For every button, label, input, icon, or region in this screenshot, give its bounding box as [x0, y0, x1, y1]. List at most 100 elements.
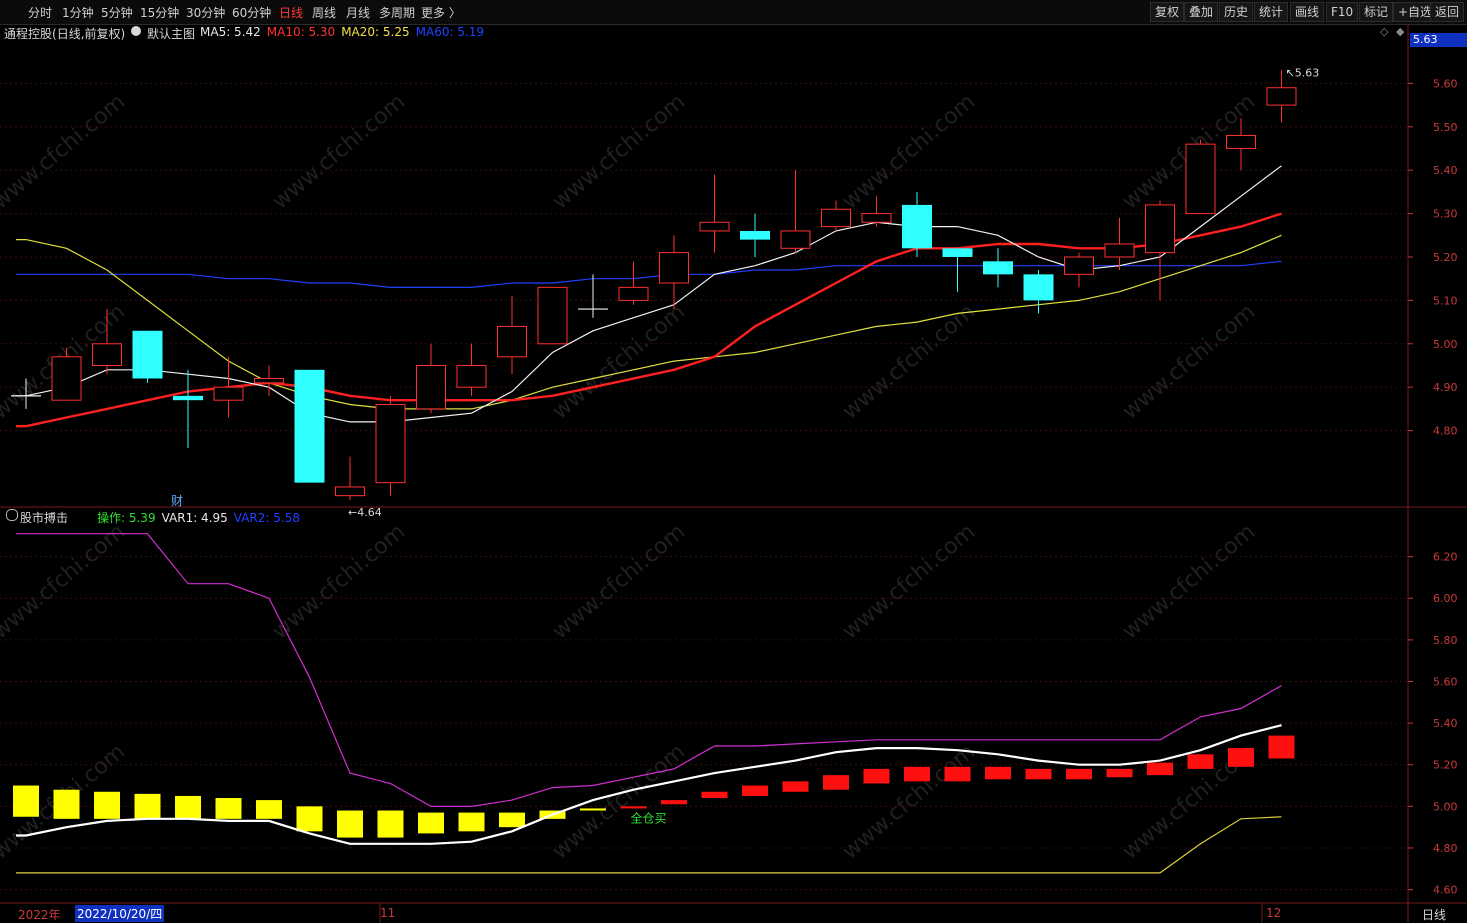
- indicator-bar-29: [1187, 754, 1214, 769]
- candle-body-8: [335, 486, 365, 497]
- min-price-label: ←4.64: [348, 506, 382, 519]
- main-tick-label-0: 5.60: [1433, 77, 1458, 90]
- candle-body-2: [92, 343, 122, 366]
- expand-icon[interactable]: ◆: [1396, 25, 1404, 38]
- sub-tick-label-6: 5.00: [1433, 800, 1458, 813]
- indicator-bar-10: [418, 812, 444, 834]
- indicator-bar-16: [661, 800, 687, 805]
- candle-body-6: [254, 377, 284, 384]
- candle-body-29: [1185, 143, 1216, 215]
- candle-body-10: [416, 364, 446, 410]
- template-name[interactable]: 默认主图: [147, 25, 195, 42]
- watermark-13: www.cfchi.com: [1118, 519, 1260, 644]
- candle-body-23: [942, 248, 973, 257]
- indicator-bar-21: [863, 768, 890, 784]
- indicator-bar-3: [134, 793, 161, 819]
- indicator-bar-20: [823, 775, 849, 790]
- candle-body-24: [983, 261, 1013, 275]
- indicator-layer: 全仓买: [13, 533, 1295, 874]
- candle-body-15: [618, 286, 649, 301]
- stock-chart[interactable]: www.cfchi.com www.cfchi.com www.cfchi.com w…: [0, 0, 1467, 922]
- indicator-bar-8: [337, 810, 363, 838]
- indicator-bar-19: [782, 781, 809, 792]
- diamond-icon[interactable]: ◇: [1380, 25, 1388, 38]
- indicator-bar-1: [53, 789, 80, 819]
- ma-label-0: MA5: 5.42: [200, 25, 261, 39]
- watermark-12: www.cfchi.com: [838, 519, 980, 644]
- sub-tick-label-5: 5.20: [1433, 759, 1458, 772]
- main-tick-label-6: 5.00: [1433, 338, 1458, 351]
- ma-label-1: MA10: 5.30: [266, 25, 336, 39]
- indicator-bar-31: [1268, 735, 1295, 759]
- indicator-label-1: VAR1: 4.95: [161, 511, 228, 525]
- watermark-9: www.cfchi.com: [0, 519, 130, 644]
- indicator-bar-22: [904, 766, 930, 782]
- max-price-label: ↖5.63: [1286, 66, 1320, 79]
- candle-body-25: [1023, 274, 1054, 301]
- candle-body-9: [375, 404, 406, 484]
- main-tick-label-3: 5.30: [1433, 208, 1458, 221]
- indicator-bar-18: [742, 785, 768, 796]
- candle-body-17: [699, 221, 730, 232]
- indicator-bar-9: [377, 810, 404, 838]
- watermark-8: www.cfchi.com: [1118, 299, 1260, 424]
- sub-tick-label-0: 6.20: [1433, 551, 1458, 564]
- indicator-legend: 操作: 5.39 VAR1: 4.95 VAR2: 5.58: [97, 509, 306, 526]
- indicator-bar-25: [1025, 768, 1052, 780]
- sub-tick-label-8: 4.60: [1433, 884, 1458, 897]
- year-label: 2022年: [18, 908, 61, 922]
- ma-label-3: MA60: 5.19: [415, 25, 485, 39]
- candle-body-19: [780, 230, 811, 249]
- indicator-bar-12: [499, 812, 525, 828]
- indicator-bar-24: [985, 766, 1011, 780]
- candle-body-4: [173, 395, 203, 401]
- candle-body-3: [132, 330, 163, 379]
- watermark-2: www.cfchi.com: [548, 89, 690, 214]
- grid-layer: [0, 24, 1467, 922]
- indicator-bar-0: [13, 785, 39, 817]
- period-indicator[interactable]: 日线: [1422, 906, 1446, 923]
- indicator-bar-5: [215, 798, 242, 819]
- template-dot-icon[interactable]: [131, 26, 141, 36]
- indicator-bar-6: [256, 800, 282, 819]
- ma5-line: [16, 165, 1282, 423]
- indicator-bar-4: [175, 795, 201, 819]
- ma-label-2: MA20: 5.25: [341, 25, 410, 39]
- sub-tick-label-2: 5.80: [1433, 634, 1458, 647]
- indicator-bar-17: [701, 791, 728, 799]
- main-tick-label-5: 5.10: [1433, 294, 1458, 307]
- buy-signal-label: 全仓买: [631, 810, 667, 825]
- candle-body-31: [1266, 87, 1297, 106]
- main-tick-label-8: 4.80: [1433, 425, 1458, 438]
- indicator-bar-23: [944, 766, 971, 782]
- watermark-1: www.cfchi.com: [268, 89, 410, 214]
- stock-name: 通程控股: [4, 27, 53, 41]
- candle-body-26: [1064, 256, 1094, 275]
- candle-body-20: [821, 208, 851, 228]
- candle-body-18: [740, 230, 770, 240]
- indicator-gear-icon[interactable]: [6, 509, 18, 521]
- main-tick-label-2: 5.40: [1433, 164, 1458, 177]
- indicator-bar-7: [296, 806, 323, 832]
- main-tick-label-1: 5.50: [1433, 121, 1458, 134]
- indicator-label-0: 操作: 5.39: [97, 511, 156, 525]
- sub-tick-label-3: 5.60: [1433, 675, 1458, 688]
- candle-body-5: [213, 386, 244, 401]
- cursor-date-label: 2022/10/20/四: [75, 905, 165, 922]
- indicator-bar-15: [620, 806, 647, 809]
- candle-body-13: [537, 286, 568, 345]
- month-label-12: 12: [1266, 906, 1282, 920]
- finance-marker[interactable]: 财: [171, 492, 183, 509]
- indicator-bar-14: [580, 808, 606, 811]
- candle-layer: ↖5.63 ←4.64: [11, 66, 1319, 519]
- ma-legend: MA5: 5.42 MA10: 5.30 MA20: 5.25 MA60: 5.19: [200, 25, 490, 39]
- candle-body-30: [1226, 134, 1256, 149]
- indicator-bar-2: [94, 791, 120, 819]
- indicator-name[interactable]: 股市搏击: [20, 509, 68, 526]
- candle-body-28: [1145, 204, 1175, 254]
- watermark-3: www.cfchi.com: [838, 89, 980, 214]
- candle-body-12: [497, 325, 527, 358]
- indicator-bar-26: [1066, 768, 1092, 780]
- sub-tick-label-7: 4.80: [1433, 842, 1458, 855]
- candle-body-11: [456, 364, 487, 388]
